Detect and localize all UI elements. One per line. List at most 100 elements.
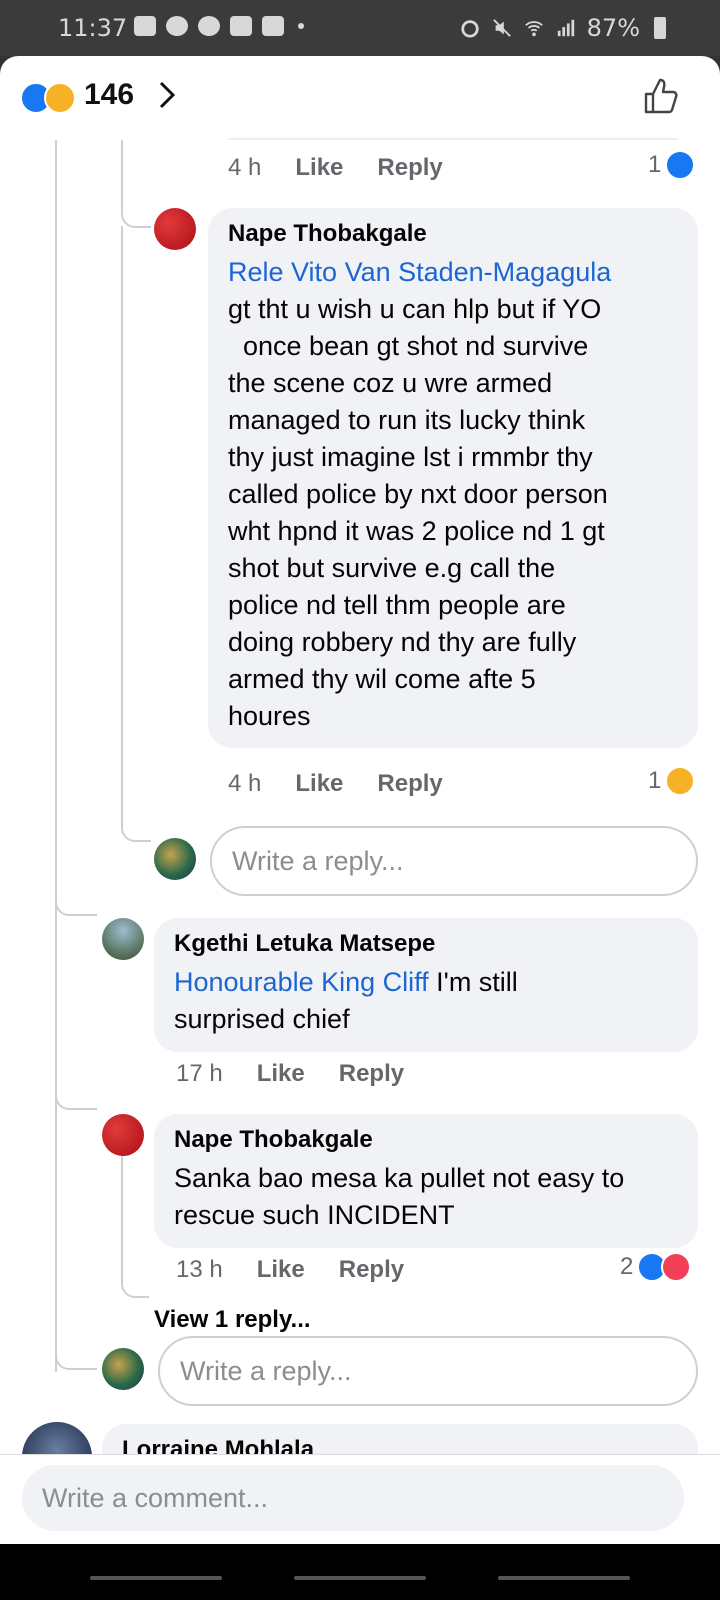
like-button[interactable]: Like <box>295 154 343 182</box>
avatar[interactable] <box>154 208 196 250</box>
thread-connector <box>55 896 97 916</box>
battery-icon <box>654 17 666 39</box>
facebook-icon <box>198 16 220 36</box>
like-button[interactable]: Like <box>257 1060 305 1088</box>
home-button[interactable] <box>294 1576 426 1580</box>
comment-input[interactable]: Write a comment... <box>22 1465 684 1531</box>
comment-line: managed to run its lucky think <box>228 405 586 435</box>
comments-sheet: 146 4 h Like Reply 1 Nape Thobakgale Rel… <box>0 56 720 1600</box>
comment-line: rescue such INCIDENT <box>174 1200 455 1230</box>
facebook-icon <box>166 16 188 36</box>
avatar <box>154 838 196 880</box>
reply-input[interactable]: Write a reply... <box>158 1336 698 1406</box>
divider <box>228 138 678 140</box>
signal-icon <box>557 19 574 37</box>
download-icon <box>262 16 284 36</box>
comment-line: gt tht u wish u can hlp but if YO <box>228 294 602 324</box>
thread-connector <box>121 822 151 842</box>
comment-line: called police by nxt door person <box>228 479 608 509</box>
reply-button[interactable]: Reply <box>339 1256 404 1284</box>
thread-line <box>55 140 57 1372</box>
recents-button[interactable] <box>90 1576 222 1580</box>
avatar[interactable] <box>102 1114 144 1156</box>
comment-actions: 13 h Like Reply <box>176 1256 404 1284</box>
status-time: 11:37 <box>58 14 128 42</box>
battery-percent: 87% <box>586 14 640 42</box>
comment-line: Sanka bao mesa ka pullet not easy to <box>174 1163 625 1193</box>
like-reaction-icon <box>665 150 696 180</box>
comment-text: I'm still <box>428 967 518 997</box>
comment-time: 17 h <box>176 1060 223 1087</box>
back-button[interactable] <box>498 1576 630 1580</box>
notification-icons <box>134 16 304 36</box>
like-button[interactable]: Like <box>257 1256 305 1284</box>
reaction-count: 2 <box>620 1253 634 1280</box>
comment-body: Sanka bao mesa ka pullet not easy to res… <box>174 1160 624 1234</box>
comment-body: Honourable King Cliff I'm still surprise… <box>174 964 518 1038</box>
reaction-count: 1 <box>648 767 662 794</box>
reply-input[interactable]: Write a reply... <box>210 826 698 896</box>
thread-connector <box>121 208 151 228</box>
comment-time: 4 h <box>228 154 262 181</box>
comment-time: 13 h <box>176 1256 223 1283</box>
comment-author[interactable]: Kgethi Letuka Matsepe <box>174 930 435 958</box>
wifi-icon <box>524 21 543 37</box>
like-thumb-icon[interactable] <box>640 76 680 116</box>
comment-line: shot but survive e.g call the <box>228 553 556 583</box>
comment-line: thy just imagine lst i rmmbr thy <box>228 442 593 472</box>
comment-line: armed thy wil come afte 5 <box>228 664 536 694</box>
comment-line: police nd tell thm people are <box>228 590 566 620</box>
reactions-header[interactable]: 146 <box>0 56 720 136</box>
thread-connector <box>55 1090 97 1110</box>
message-icon <box>134 16 156 36</box>
comment-actions: 4 h Like Reply <box>228 770 443 798</box>
comment-actions: 4 h Like Reply <box>228 154 443 182</box>
comment-line: once bean gt shot nd survive <box>228 331 589 361</box>
comment-reactions[interactable]: 2 <box>620 1252 692 1282</box>
reply-button[interactable]: Reply <box>339 1060 404 1088</box>
sad-reaction-icon <box>665 766 696 796</box>
comment-actions: 17 h Like Reply <box>176 1060 404 1088</box>
thread-connector <box>55 1354 97 1370</box>
status-bar: 11:37 87% <box>0 0 720 56</box>
avatar[interactable] <box>102 918 144 960</box>
comment-reactions[interactable]: 1 <box>648 766 696 796</box>
comment-line: wht hpnd it was 2 police nd 1 gt <box>228 516 605 546</box>
mention-link[interactable]: Rele Vito Van Staden-Magagula <box>228 257 611 287</box>
comment-author[interactable]: Nape Thobakgale <box>174 1126 373 1154</box>
reaction-count: 1 <box>648 151 662 178</box>
sad-reaction-icon <box>44 82 76 114</box>
comment-line: houres <box>228 701 311 731</box>
navigation-bar <box>0 1544 720 1600</box>
comment-line: the scene coz u wre armed <box>228 368 553 398</box>
comment-composer: Write a comment... <box>0 1454 720 1545</box>
mute-icon <box>492 19 511 37</box>
reaction-count[interactable]: 146 <box>84 78 134 112</box>
download-icon <box>230 16 252 36</box>
more-notifications-icon <box>298 23 304 29</box>
view-replies-link[interactable]: View 1 reply... <box>154 1306 311 1334</box>
chevron-right-icon[interactable] <box>152 80 182 110</box>
comment-author[interactable]: Nape Thobakgale <box>228 220 427 248</box>
system-icons: 87% <box>459 14 666 42</box>
reply-button[interactable]: Reply <box>377 154 442 182</box>
comment-body: Rele Vito Van Staden-Magagula gt tht u w… <box>228 254 698 735</box>
comment-time: 4 h <box>228 770 262 797</box>
mention-link[interactable]: Honourable King Cliff <box>174 967 429 997</box>
comment-bubble: Kgethi Letuka Matsepe Honourable King Cl… <box>154 918 698 1052</box>
like-button[interactable]: Like <box>295 770 343 798</box>
thread-line <box>121 226 123 824</box>
thread-line <box>121 140 123 210</box>
avatar <box>102 1348 144 1390</box>
thread-connector <box>121 1282 149 1298</box>
comment-line: doing robbery nd thy are fully <box>228 627 577 657</box>
comment-line: surprised chief <box>174 1004 350 1034</box>
thread-line <box>121 1134 123 1284</box>
reaction-icons <box>20 82 76 114</box>
comment-bubble: Nape Thobakgale Rele Vito Van Staden-Mag… <box>208 208 698 748</box>
alarm-icon <box>461 20 479 38</box>
love-reaction-icon <box>661 1252 692 1282</box>
comment-reactions[interactable]: 1 <box>648 150 696 180</box>
reply-button[interactable]: Reply <box>377 770 442 798</box>
comment-bubble: Nape Thobakgale Sanka bao mesa ka pullet… <box>154 1114 698 1248</box>
